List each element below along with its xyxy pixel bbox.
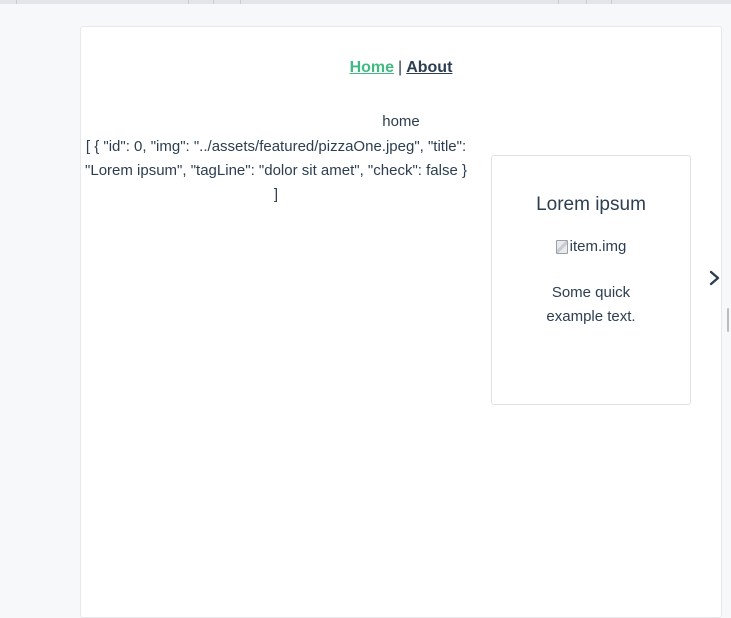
app-container: Home | About home [ { "id": 0, "img": "../… — [80, 26, 722, 618]
main-nav: Home | About — [81, 59, 721, 77]
card-image: item.img — [555, 238, 627, 255]
nav-home-link[interactable]: Home — [350, 59, 394, 76]
top-strip-divider — [240, 0, 241, 4]
top-strip-divider — [188, 0, 189, 4]
card-title: Lorem ipsum — [536, 194, 646, 215]
top-strip-divider — [16, 0, 17, 4]
scrollbar-handle[interactable] — [727, 308, 729, 332]
chevron-right-icon[interactable] — [709, 268, 721, 288]
broken-image-icon — [555, 239, 568, 254]
top-strip-divider — [586, 0, 587, 4]
nav-separator: | — [398, 59, 403, 76]
top-strip-divider — [611, 0, 612, 4]
top-strip-divider — [213, 0, 214, 4]
card-text: Some quick example text. — [546, 283, 636, 325]
items-json-dump: [ { "id": 0, "img": "../assets/featured/… — [85, 138, 467, 203]
nav-about-link[interactable]: About — [406, 59, 452, 76]
item-card: Lorem ipsum item.img Some quick example … — [491, 155, 691, 405]
page-heading: home — [382, 113, 420, 130]
top-strip-divider — [558, 0, 559, 4]
card-image-alt: item.img — [569, 238, 627, 255]
browser-top-strip — [0, 0, 731, 4]
